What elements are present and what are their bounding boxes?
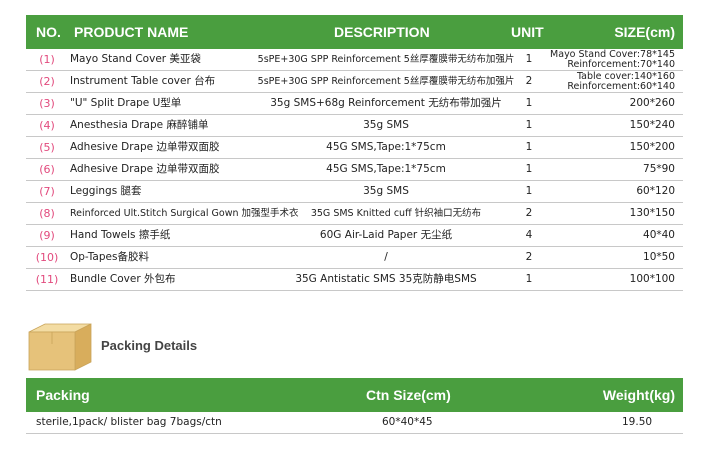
row-number: (3): [39, 97, 55, 110]
header-size: SIZE(cm): [614, 24, 675, 40]
product-name: Mayo Stand Cover 美亚袋: [70, 53, 201, 65]
product-size: 130*150: [629, 207, 675, 219]
product-description: 60G Air-Laid Paper 无尘纸: [319, 229, 453, 241]
product-description: 35G Antistatic SMS 35克防静电SMS: [295, 273, 477, 285]
product-unit: 1: [525, 273, 533, 285]
table-row: (3) "U" Split Drape U型单 35g SMS+68g Rein…: [26, 93, 683, 115]
product-name: Instrument Table cover 台布: [70, 75, 216, 87]
table-row: (8) Reinforced Ult.Stitch Surgical Gown …: [26, 203, 683, 225]
product-description: 35g SMS: [363, 185, 409, 197]
table-row: (4) Anesthesia Drape 麻醉铺单 35g SMS 1 150*…: [26, 115, 683, 137]
size-line: Reinforcement:70*140: [567, 58, 675, 70]
header-packing: Packing: [36, 387, 90, 403]
row-number: (6): [39, 163, 55, 176]
product-name: Hand Towels 擦手纸: [70, 229, 171, 241]
product-table-header: NO. PRODUCT NAME DESCRIPTION UNIT SIZE(c…: [26, 15, 683, 49]
header-ctn-size: Ctn Size(cm): [366, 387, 451, 403]
packing-weight: 19.50: [622, 416, 653, 428]
product-size: 40*40: [643, 229, 675, 241]
product-size: Mayo Stand Cover:78*145 Reinforcement:70…: [550, 50, 675, 69]
packing-details-title: Packing Details: [101, 338, 198, 353]
product-size: 200*260: [629, 97, 675, 109]
row-number: (1): [39, 53, 55, 66]
row-number: (8): [39, 207, 55, 220]
product-size: 10*50: [643, 251, 675, 263]
product-unit: 4: [525, 229, 533, 241]
product-unit: 1: [525, 185, 533, 197]
product-name: "U" Split Drape U型单: [70, 97, 182, 109]
size-line: Reinforcement:60*140: [567, 80, 675, 92]
header-description: DESCRIPTION: [334, 24, 430, 40]
row-number: (2): [39, 75, 55, 88]
packing-table-header: Packing Ctn Size(cm) Weight(kg): [26, 378, 683, 412]
product-name: Leggings 腿套: [70, 185, 142, 197]
row-number: (5): [39, 141, 55, 154]
table-row: (5) Adhesive Drape 边单带双面胶 45G SMS,Tape:1…: [26, 137, 683, 159]
product-description: 45G SMS,Tape:1*75cm: [326, 141, 446, 153]
packing-ctn-size: 60*40*45: [382, 416, 433, 428]
header-unit: UNIT: [511, 24, 544, 40]
product-name: Bundle Cover 外包布: [70, 273, 176, 285]
product-name: Op-Tapes备胶料: [70, 251, 149, 263]
row-number: (7): [39, 185, 55, 198]
product-name: Anesthesia Drape 麻醉铺单: [70, 119, 209, 131]
packing-description: sterile,1pack/ blister bag 7bags/ctn: [36, 416, 222, 428]
table-row: (10) Op-Tapes备胶料 / 2 10*50: [26, 247, 683, 269]
product-unit: 2: [525, 251, 533, 263]
product-size: 60*120: [636, 185, 675, 197]
row-number: (11): [35, 273, 59, 286]
header-no: NO.: [36, 24, 61, 40]
row-number: (4): [39, 119, 55, 132]
box-icon: [28, 323, 92, 371]
product-size: 150*240: [629, 119, 675, 131]
table-row: (2) Instrument Table cover 台布 5sPE+30G S…: [26, 71, 683, 93]
table-row: (11) Bundle Cover 外包布 35G Antistatic SMS…: [26, 269, 683, 291]
table-row: (7) Leggings 腿套 35g SMS 1 60*120: [26, 181, 683, 203]
table-row: (9) Hand Towels 擦手纸 60G Air-Laid Paper 无…: [26, 225, 683, 247]
table-row: (6) Adhesive Drape 边单带双面胶 45G SMS,Tape:1…: [26, 159, 683, 181]
product-name: Adhesive Drape 边单带双面胶: [70, 141, 220, 153]
product-description: 5sPE+30G SPP Reinforcement 5丝厚覆膜带无纺布加强片: [257, 54, 515, 65]
product-table-body: (1) Mayo Stand Cover 美亚袋 5sPE+30G SPP Re…: [26, 49, 683, 291]
product-unit: 1: [525, 97, 533, 109]
header-product-name: PRODUCT NAME: [74, 24, 189, 40]
product-unit: 1: [525, 141, 533, 153]
product-size: 75*90: [643, 163, 675, 175]
product-unit: 2: [525, 207, 533, 219]
product-unit: 2: [525, 75, 533, 87]
row-number: (9): [39, 229, 55, 242]
product-description: 35g SMS: [363, 119, 409, 131]
product-size: 150*200: [629, 141, 675, 153]
product-unit: 1: [525, 163, 533, 175]
product-description: 45G SMS,Tape:1*75cm: [326, 163, 446, 175]
packing-row: sterile,1pack/ blister bag 7bags/ctn 60*…: [26, 411, 683, 434]
product-unit: 1: [525, 53, 533, 65]
product-size: Table cover:140*160 Reinforcement:60*140: [567, 72, 675, 91]
product-unit: 1: [525, 119, 533, 131]
product-description: 35g SMS+68g Reinforcement 无纺布带加强片: [270, 97, 502, 109]
header-weight: Weight(kg): [602, 387, 675, 403]
product-description: 5sPE+30G SPP Reinforcement 5丝厚覆膜带无纺布加强片: [257, 76, 515, 87]
product-description: 35G SMS Knitted cuff 针织袖口无纺布: [310, 208, 482, 219]
product-size: 100*100: [629, 273, 675, 285]
product-name: Adhesive Drape 边单带双面胶: [70, 163, 220, 175]
table-row: (1) Mayo Stand Cover 美亚袋 5sPE+30G SPP Re…: [26, 49, 683, 71]
product-description: /: [384, 251, 388, 263]
row-number: (10): [35, 251, 59, 264]
